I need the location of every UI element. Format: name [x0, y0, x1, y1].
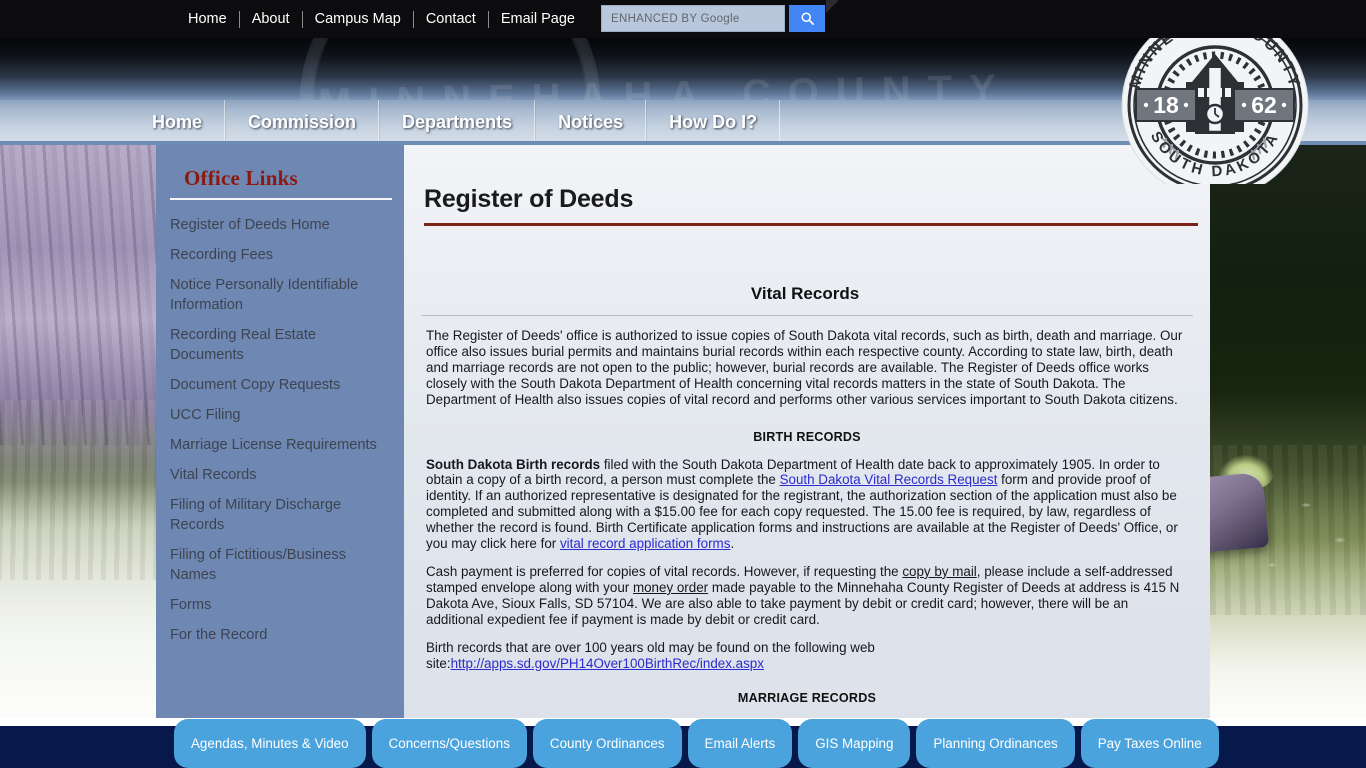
footer-button-email-alerts[interactable]: Email Alerts	[687, 719, 793, 768]
list-item: Recording Fees	[170, 240, 386, 270]
sidebar-divider	[170, 198, 392, 200]
search-input[interactable]	[601, 5, 785, 32]
site-footer: Agendas, Minutes & Video Concerns/Questi…	[0, 719, 1366, 768]
list-item: UCC Filing	[170, 400, 386, 430]
footer-button-planning-ordinances[interactable]: Planning Ordinances	[916, 719, 1075, 768]
footer-button-gis-mapping[interactable]: GIS Mapping	[798, 719, 911, 768]
birth-records-paragraph-2: Cash payment is preferred for copies of …	[426, 564, 1188, 628]
footer-button-pay-taxes-online[interactable]: Pay Taxes Online	[1080, 719, 1219, 768]
sidebar-item-recording-real-estate-documents[interactable]: Recording Real Estate Documents	[170, 320, 386, 370]
list-item: Filing of Fictitious/Business Names	[170, 540, 386, 590]
nav-item-how-do-i[interactable]: How Do I?	[646, 100, 781, 145]
sidebar-item-forms[interactable]: Forms	[170, 590, 386, 620]
office-links-sidebar: Office Links Register of Deeds Home Reco…	[156, 145, 404, 726]
sidebar-item-vital-records[interactable]: Vital Records	[170, 460, 386, 490]
sidebar-item-document-copy-requests[interactable]: Document Copy Requests	[170, 370, 386, 400]
list-item: Vital Records	[170, 460, 386, 490]
footer-button-row: Agendas, Minutes & Video Concerns/Questi…	[174, 719, 1219, 768]
topnav-item-contact[interactable]: Contact	[414, 0, 488, 38]
list-item: For the Record	[170, 620, 386, 650]
sidebar-item-notice-personally-identifiable-information[interactable]: Notice Personally Identifiable Informati…	[170, 270, 386, 320]
page-title-rule	[424, 223, 1198, 226]
page-body: Office Links Register of Deeds Home Reco…	[0, 145, 1366, 726]
list-item: Recording Real Estate Documents	[170, 320, 386, 370]
topnav-item-email-page[interactable]: Email Page	[489, 0, 587, 38]
list-item: Filing of Military Discharge Records	[170, 490, 386, 540]
sidebar-item-filing-of-military-discharge-records[interactable]: Filing of Military Discharge Records	[170, 490, 386, 540]
birth-records-paragraph-1: South Dakota Birth records filed with th…	[426, 457, 1188, 552]
right-photo-image	[1210, 145, 1366, 726]
nav-item-commission[interactable]: Commission	[225, 100, 380, 145]
sidebar-item-recording-fees[interactable]: Recording Fees	[170, 240, 386, 270]
right-decorative-photo	[1210, 145, 1366, 726]
nav-item-departments[interactable]: Departments	[379, 100, 536, 145]
main-content-panel: Register of Deeds Vital Records The Regi…	[404, 145, 1210, 726]
subheading-birth-records: BIRTH RECORDS	[753, 429, 861, 444]
birth-p2-part1: Cash payment is preferred for copies of …	[426, 563, 903, 579]
topnav-item-campus-map[interactable]: Campus Map	[303, 0, 413, 38]
footer-button-agendas-minutes-video[interactable]: Agendas, Minutes & Video	[174, 719, 366, 768]
sidebar-link-list: Register of Deeds Home Recording Fees No…	[170, 210, 386, 650]
search-icon	[800, 12, 814, 25]
sidebar-item-register-of-deeds-home[interactable]: Register of Deeds Home	[170, 210, 386, 240]
link-copy-by-mail[interactable]: copy by mail	[902, 564, 976, 579]
nav-item-home[interactable]: Home	[130, 100, 226, 145]
topnav-item-home[interactable]: Home	[176, 0, 239, 38]
birth-records-paragraph-3: Birth records that are over 100 years ol…	[426, 640, 1188, 672]
intro-paragraph: The Register of Deeds' office is authori…	[426, 328, 1183, 407]
list-item: Forms	[170, 590, 386, 620]
link-vital-record-application-forms[interactable]: vital record application forms	[560, 536, 730, 551]
main-navigation-items: Home Commission Departments Notices How …	[130, 100, 781, 145]
subheading-marriage-records: MARRIAGE RECORDS	[737, 691, 877, 706]
google-search	[601, 0, 1366, 32]
sidebar-item-for-the-record[interactable]: For the Record	[170, 620, 386, 650]
search-corner-decoration	[826, 0, 839, 13]
list-item: Marriage License Requirements	[170, 430, 386, 460]
content-scroll-region[interactable]: Register of Deeds Vital Records The Regi…	[404, 185, 1210, 705]
page-title: Register of Deeds	[424, 185, 634, 213]
list-item: Register of Deeds Home	[170, 210, 386, 240]
link-south-dakota-vital-records-request[interactable]: South Dakota Vital Records Request	[780, 472, 998, 487]
birth-p1-part3: .	[730, 536, 735, 552]
top-utility-bar: Home About Campus Map Contact Email Page	[0, 0, 1366, 38]
birth-p1-lead: South Dakota Birth records	[426, 456, 601, 472]
site-banner: MINNEHAHA COUNTY	[0, 38, 1366, 100]
list-item: Document Copy Requests	[170, 370, 386, 400]
search-submit-button[interactable]	[789, 5, 825, 32]
section-heading-rule	[421, 315, 1193, 316]
footer-button-county-ordinances[interactable]: County Ordinances	[532, 719, 682, 768]
nav-item-notices[interactable]: Notices	[535, 100, 647, 145]
left-decorative-photo	[0, 145, 156, 726]
topnav-item-about[interactable]: About	[240, 0, 302, 38]
main-navigation-bar: Home Commission Departments Notices How …	[0, 100, 1366, 145]
left-photo-image	[0, 145, 156, 726]
rock-detail	[1210, 472, 1270, 553]
list-item: Notice Personally Identifiable Informati…	[170, 270, 386, 320]
section-heading-vital-records: Vital Records	[750, 284, 860, 303]
page-root: MINNEHAHA COUNTY Home About Campus Map C…	[0, 0, 1366, 768]
nav-underline	[0, 141, 1366, 145]
link-over-100-birth-records[interactable]: http://apps.sd.gov/PH14Over100BirthRec/i…	[451, 656, 764, 671]
top-utility-nav: Home About Campus Map Contact Email Page	[176, 0, 587, 38]
sidebar-item-marriage-license-requirements[interactable]: Marriage License Requirements	[170, 430, 386, 460]
sidebar-title: Office Links	[184, 166, 298, 190]
link-money-order[interactable]: money order	[633, 580, 708, 595]
sidebar-item-filing-of-fictitious-business-names[interactable]: Filing of Fictitious/Business Names	[170, 540, 386, 590]
footer-button-concerns-questions[interactable]: Concerns/Questions	[371, 719, 527, 768]
sidebar-item-ucc-filing[interactable]: UCC Filing	[170, 400, 386, 430]
